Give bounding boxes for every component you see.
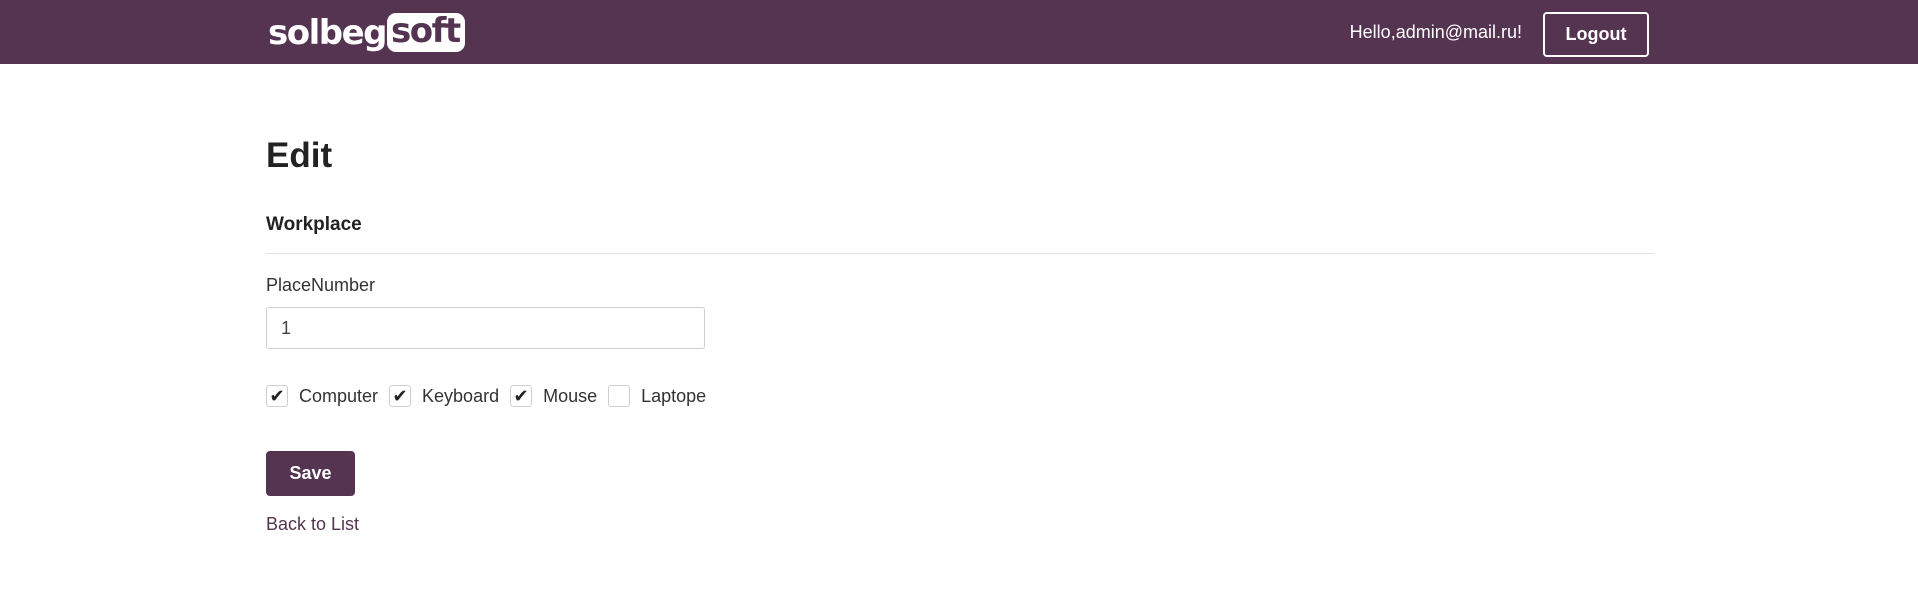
checkbox-item-laptope[interactable]: Laptope	[608, 385, 706, 407]
mouse-checkbox[interactable]: ✔	[510, 385, 533, 407]
form-subtitle: Workplace	[266, 214, 362, 235]
laptope-label: Laptope	[641, 385, 707, 406]
equipment-checkbox-group: ✔ Computer ✔ Keyboard ✔ Mouse Laptope	[266, 385, 717, 407]
top-navbar: solbeg soft Hello,admin@mail.ru! Logout	[0, 0, 1918, 64]
mouse-label: Mouse	[543, 385, 598, 406]
page-title: Edit	[266, 136, 333, 175]
brand-logo[interactable]: solbeg soft	[268, 13, 465, 52]
laptope-checkbox[interactable]	[608, 385, 631, 407]
place-number-input[interactable]	[266, 307, 705, 349]
keyboard-label: Keyboard	[422, 385, 500, 406]
computer-label: Computer	[299, 385, 379, 406]
checkbox-item-mouse[interactable]: ✔ Mouse	[510, 385, 597, 407]
logout-button[interactable]: Logout	[1543, 12, 1649, 57]
user-greeting: Hello,admin@mail.ru!	[1349, 21, 1522, 42]
save-button[interactable]: Save	[266, 451, 355, 496]
checkbox-item-computer[interactable]: ✔ Computer	[266, 385, 378, 407]
back-to-list-link[interactable]: Back to List	[266, 514, 359, 535]
logo-text-soft: soft	[387, 13, 465, 52]
computer-checkbox[interactable]: ✔	[266, 385, 288, 407]
keyboard-checkbox[interactable]: ✔	[389, 385, 412, 407]
divider	[266, 253, 1654, 254]
place-number-label: PlaceNumber	[266, 275, 376, 295]
checkbox-item-keyboard[interactable]: ✔ Keyboard	[389, 385, 499, 407]
logo-text-solbeg: solbeg	[268, 12, 388, 53]
